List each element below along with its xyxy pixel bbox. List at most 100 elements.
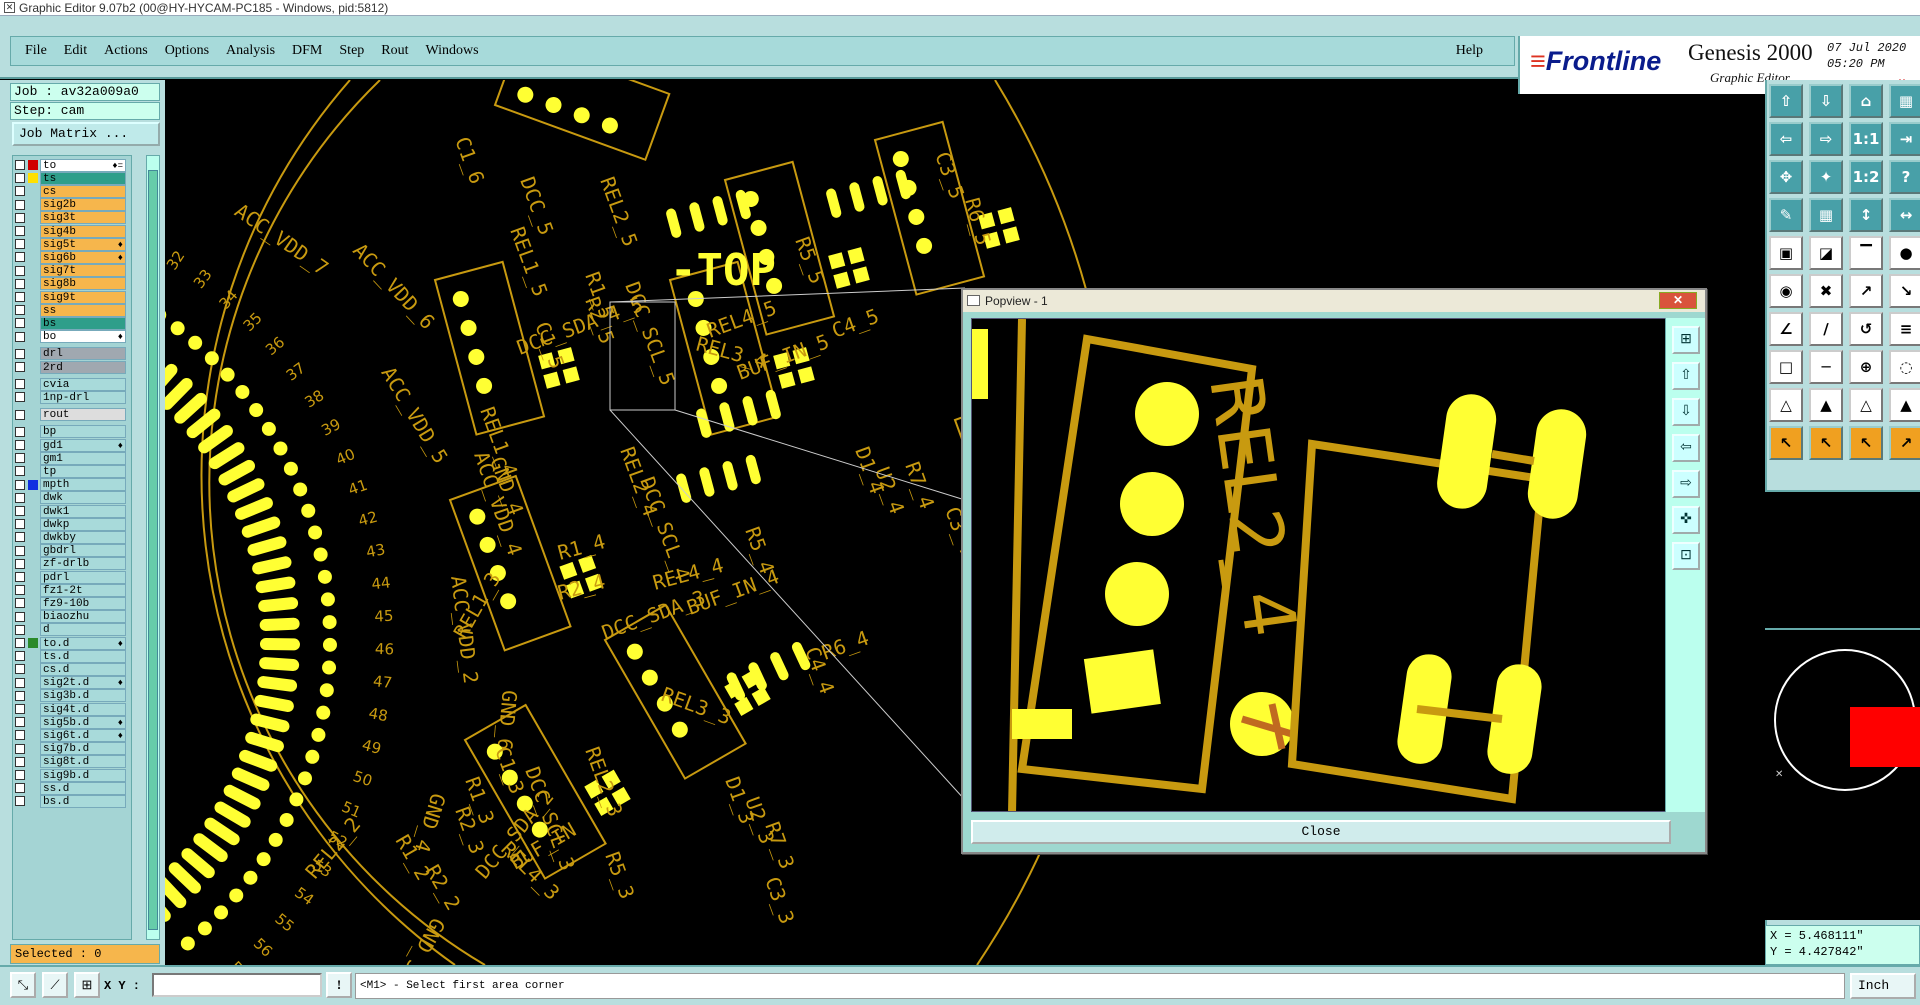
layer-color-swatch[interactable]: [28, 173, 38, 184]
layer-checkbox[interactable]: [15, 783, 25, 794]
tool-button-icon[interactable]: △: [1769, 388, 1803, 422]
grid-mode-icon[interactable]: ⊞: [74, 972, 100, 998]
layer-color-swatch[interactable]: [28, 160, 38, 170]
tool-button-icon[interactable]: ✎: [1769, 198, 1803, 232]
layer-row[interactable]: drl: [15, 347, 131, 361]
zoom-out-icon[interactable]: ⊡: [1672, 542, 1700, 570]
layer-name[interactable]: sig3b.d: [40, 689, 126, 703]
layer-checkbox[interactable]: [15, 519, 25, 530]
layer-checkbox[interactable]: [15, 160, 25, 170]
tool-button-icon[interactable]: ↗: [1849, 274, 1883, 308]
popview-close-button[interactable]: Close: [971, 820, 1671, 844]
layer-row[interactable]: sig3b.d: [15, 689, 131, 703]
layer-name[interactable]: pdrl: [40, 570, 126, 584]
layer-name[interactable]: gm1: [40, 451, 126, 465]
layer-color-swatch[interactable]: [28, 598, 38, 608]
layer-row[interactable]: sig9t: [15, 290, 131, 304]
layer-row[interactable]: ts.d: [15, 649, 131, 663]
layer-checkbox[interactable]: [15, 199, 25, 210]
layer-color-swatch[interactable]: [28, 651, 38, 661]
tool-button-icon[interactable]: ∠: [1769, 312, 1803, 346]
tool-button-icon[interactable]: 1:2: [1849, 160, 1883, 194]
layer-color-swatch[interactable]: [28, 717, 38, 727]
layer-checkbox[interactable]: [15, 186, 25, 197]
layer-checkbox[interactable]: [15, 506, 25, 516]
tool-button-icon[interactable]: ⇩: [1809, 84, 1843, 118]
layer-name[interactable]: sig6t.d ♦: [40, 728, 126, 742]
layer-name[interactable]: sig7t: [40, 264, 126, 278]
layer-name[interactable]: sig5b.d ♦: [40, 715, 126, 729]
layer-color-swatch[interactable]: [28, 612, 38, 622]
navigator-viewport[interactable]: [1850, 707, 1920, 767]
tool-button-icon[interactable]: △: [1849, 388, 1883, 422]
layer-checkbox[interactable]: [15, 730, 25, 741]
layer-checkbox[interactable]: [15, 545, 25, 556]
layer-name[interactable]: sig4b: [40, 224, 126, 238]
layer-color-swatch[interactable]: [28, 559, 38, 569]
layer-color-swatch[interactable]: [28, 479, 38, 490]
layer-name[interactable]: to.d ♦: [40, 636, 126, 650]
layer-row[interactable]: mpth: [15, 478, 131, 492]
tool-button-icon[interactable]: ∕: [1809, 312, 1843, 346]
layer-color-swatch[interactable]: [28, 744, 38, 754]
layer-name[interactable]: bs.d: [40, 794, 126, 808]
layer-row[interactable]: sig8b: [15, 277, 131, 291]
layer-checkbox[interactable]: [15, 362, 25, 372]
layer-color-swatch[interactable]: [28, 704, 38, 714]
menu-step[interactable]: Step: [339, 43, 364, 59]
layer-row[interactable]: cvia: [15, 377, 131, 391]
layer-color-swatch[interactable]: [28, 770, 38, 780]
menu-actions[interactable]: Actions: [104, 43, 148, 59]
zoom-up-icon[interactable]: ⇧: [1672, 362, 1700, 390]
layer-name[interactable]: 1np-drl: [40, 390, 126, 404]
zoom-right-icon[interactable]: ⇨: [1672, 470, 1700, 498]
layer-checkbox[interactable]: [15, 440, 25, 450]
snap-mode-icon[interactable]: ⟋: [42, 972, 68, 998]
tool-button-icon[interactable]: ✥: [1769, 160, 1803, 194]
layer-name[interactable]: sig4t.d: [40, 702, 126, 716]
layer-row[interactable]: sig5t ♦: [15, 237, 131, 251]
zoom-in-icon[interactable]: ✜: [1672, 506, 1700, 534]
menu-edit[interactable]: Edit: [64, 43, 87, 59]
tool-button-icon[interactable]: ▦: [1809, 198, 1843, 232]
layer-name[interactable]: dwk1: [40, 504, 126, 518]
menu-file[interactable]: File: [25, 43, 47, 59]
popview-close-icon[interactable]: ✕: [1659, 292, 1697, 309]
layer-checkbox[interactable]: [15, 624, 25, 635]
layer-row[interactable]: sig8t.d: [15, 755, 131, 769]
layer-color-swatch[interactable]: [28, 783, 38, 793]
layer-name[interactable]: sig3t: [40, 211, 126, 225]
layer-row[interactable]: sig6b ♦: [15, 250, 131, 264]
tool-button-icon[interactable]: ▔: [1849, 236, 1883, 270]
layer-name[interactable]: sig2b: [40, 198, 126, 212]
layer-checkbox[interactable]: [15, 212, 25, 223]
layer-color-swatch[interactable]: [28, 440, 38, 450]
layer-checkbox[interactable]: [15, 651, 25, 662]
tool-button-icon[interactable]: ◪: [1809, 236, 1843, 270]
layer-row[interactable]: bo ♦: [15, 330, 131, 344]
layer-name[interactable]: sig2t.d ♦: [40, 676, 126, 690]
layer-name[interactable]: d: [40, 623, 126, 637]
layer-row[interactable]: sig3t: [15, 211, 131, 225]
message-exclaim-button[interactable]: !: [326, 972, 352, 998]
layer-color-swatch[interactable]: [28, 213, 38, 223]
layer-row[interactable]: to.d ♦: [15, 636, 131, 650]
layer-color-swatch[interactable]: [28, 493, 38, 503]
layer-checkbox[interactable]: [15, 717, 25, 728]
layer-checkbox[interactable]: [15, 252, 25, 263]
layer-row[interactable]: gbdrl: [15, 544, 131, 558]
tool-button-icon[interactable]: ?: [1889, 160, 1920, 194]
layer-color-swatch[interactable]: [28, 200, 38, 210]
layer-checkbox[interactable]: [15, 239, 25, 250]
layer-checkbox[interactable]: [15, 558, 25, 569]
tool-button-icon[interactable]: ⇧: [1769, 84, 1803, 118]
layer-row[interactable]: dwkby: [15, 530, 131, 544]
layer-checkbox[interactable]: [15, 756, 25, 767]
layer-color-swatch[interactable]: [28, 572, 38, 582]
layer-checkbox[interactable]: [15, 265, 25, 276]
layer-row[interactable]: biaozhu: [15, 610, 131, 624]
layer-name[interactable]: sig9b.d: [40, 768, 126, 782]
tool-button-icon[interactable]: ◌: [1889, 350, 1920, 384]
zoom-left-icon[interactable]: ⇦: [1672, 434, 1700, 462]
layer-checkbox[interactable]: [15, 392, 25, 403]
